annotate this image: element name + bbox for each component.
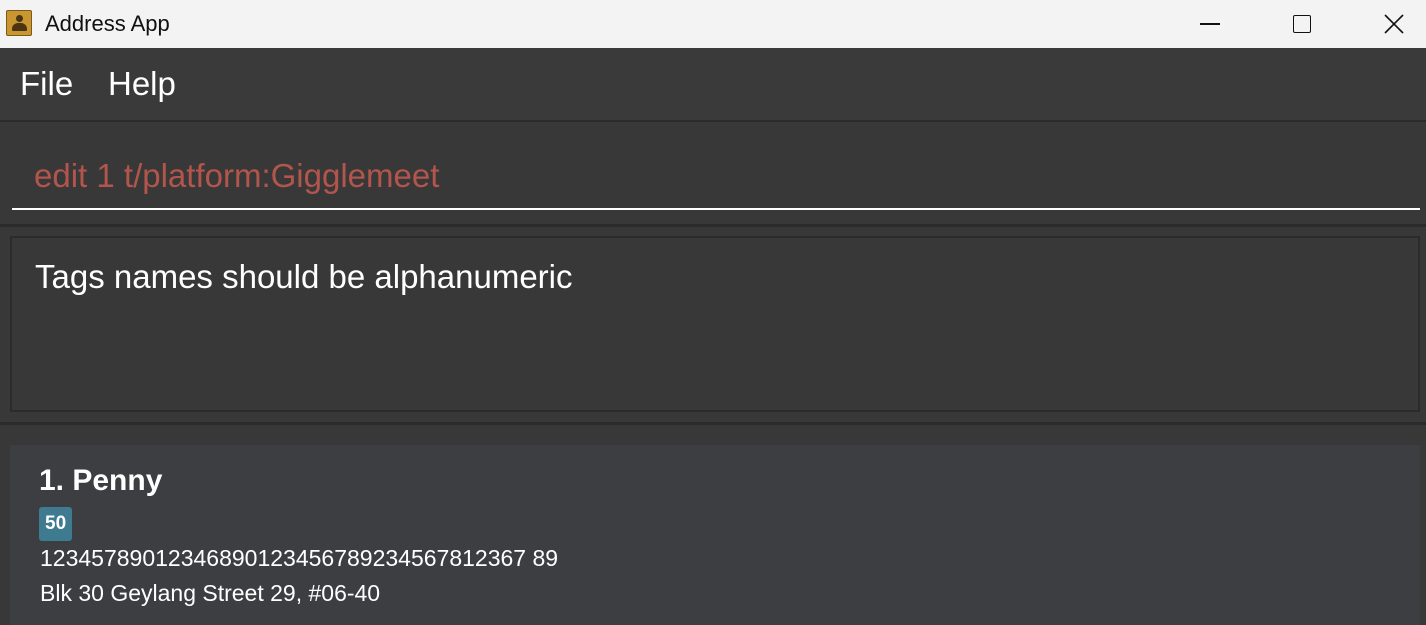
result-display-pane: Tags names should be alphanumeric bbox=[0, 227, 1426, 425]
menu-help[interactable]: Help bbox=[108, 65, 176, 103]
minimize-icon bbox=[1200, 23, 1220, 25]
person-name: 1. Penny bbox=[39, 464, 163, 497]
person-list[interactable]: 1. Penny 50 1234578901234689012345678923… bbox=[0, 425, 1426, 625]
person-address: Blk 30 Geylang Street 29, #06-40 bbox=[40, 580, 381, 606]
person-tag: 50 bbox=[39, 507, 73, 541]
menu-file[interactable]: File bbox=[20, 65, 73, 103]
maximize-icon bbox=[1293, 15, 1311, 33]
person-phone: 12345789012346890123456789234567812367 8… bbox=[40, 545, 559, 571]
window-title-bar: Address App bbox=[0, 0, 1426, 48]
maximize-button[interactable] bbox=[1256, 0, 1348, 48]
address-book-icon bbox=[6, 10, 32, 36]
result-display[interactable]: Tags names should be alphanumeric bbox=[10, 236, 1420, 412]
close-button[interactable] bbox=[1348, 0, 1426, 48]
person-card[interactable]: 1. Penny 50 1234578901234689012345678923… bbox=[10, 445, 1420, 625]
command-box-pane bbox=[0, 122, 1426, 227]
menu-bar: File Help bbox=[0, 48, 1426, 122]
window-title: Address App bbox=[45, 11, 170, 36]
close-icon bbox=[1384, 14, 1404, 34]
command-input[interactable] bbox=[12, 144, 1420, 210]
minimize-button[interactable] bbox=[1164, 0, 1256, 48]
result-message: Tags names should be alphanumeric bbox=[35, 258, 573, 295]
